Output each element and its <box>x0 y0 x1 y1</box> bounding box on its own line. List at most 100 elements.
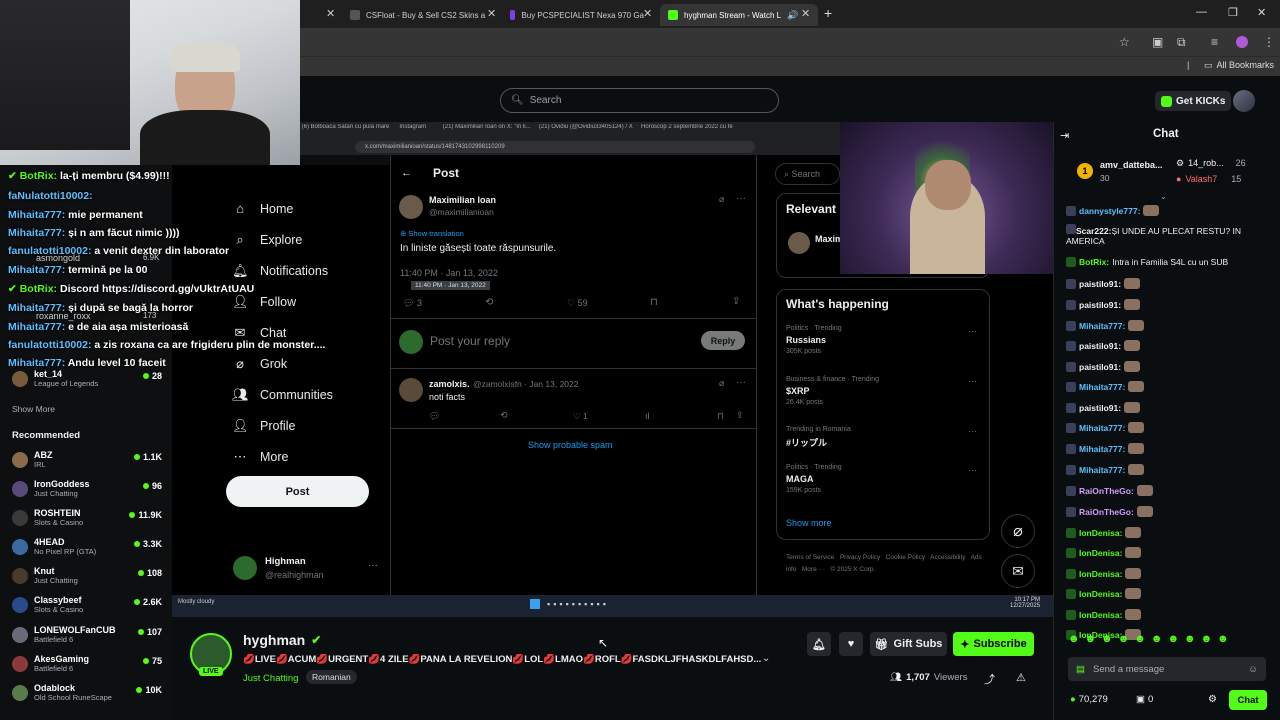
leaderboard-user[interactable]: ● Valash7 15 <box>1176 174 1241 184</box>
reply-button[interactable]: Reply <box>701 331 745 350</box>
tab-close-icon[interactable]: ✕ <box>801 7 810 20</box>
recommended-item[interactable]: AkesGaming Battlefield 6 75 <box>12 654 162 682</box>
reply-author-handle[interactable]: @zamolxisfn · Jan 13, 2022 <box>473 379 579 389</box>
x-nav-profile[interactable]: 👤︎ Profile <box>232 418 295 434</box>
windows-start-icon[interactable] <box>530 599 540 609</box>
views-icon[interactable]: ıl <box>645 411 650 421</box>
gift-subs-button[interactable]: 🎁︎ Gift Subs <box>870 632 947 656</box>
user-avatar[interactable] <box>1233 90 1255 112</box>
trend-item[interactable]: Politics · Trending Russians 305K posts <box>786 325 842 355</box>
trend-item[interactable]: Business & finance · Trending $XRP 26.4K… <box>786 376 879 406</box>
leaderboard-user[interactable]: amv_datteba... <box>1100 160 1163 170</box>
tweet-author-name[interactable]: Maximilian Ioan <box>429 195 496 205</box>
notifications-bell-button[interactable]: 🔔︎ <box>807 632 831 656</box>
trend-more-icon[interactable]: ··· <box>968 426 977 436</box>
x-nav-communities[interactable]: 👥︎ Communities <box>232 387 333 403</box>
chat-username[interactable]: RaiOnTheGo: <box>1079 486 1134 496</box>
minimize-icon[interactable]: — <box>1196 6 1207 18</box>
like-action[interactable]: ♡ 59 <box>567 298 588 309</box>
chat-username[interactable]: IonDenisa: <box>1079 610 1122 620</box>
tab-close-icon[interactable]: ✕ <box>487 7 496 20</box>
grok-fab-icon[interactable]: ⌀ <box>1001 514 1035 548</box>
get-kicks-button[interactable]: Get KICKs <box>1155 91 1232 111</box>
grok-explain-icon[interactable]: ⌀ <box>719 378 724 389</box>
recommended-item[interactable]: LONEWOLFanCUB Battlefield 6 107 <box>12 625 162 653</box>
trend-more-icon[interactable]: ··· <box>968 465 977 475</box>
tab-close-icon[interactable]: ✕ <box>643 7 652 20</box>
chat-send-button[interactable]: Chat <box>1229 690 1267 710</box>
x-search-input[interactable]: ⌕ Search <box>775 163 840 185</box>
chat-username[interactable]: Mihaita777: <box>1079 382 1125 392</box>
tweet-author-avatar[interactable] <box>399 195 423 219</box>
x-footer-links[interactable]: Terms of Service Privacy Policy Cookie P… <box>786 552 986 576</box>
x-post-button[interactable]: Post <box>226 476 369 507</box>
star-icon[interactable]: ☆ <box>1119 35 1130 49</box>
reply-retweet-icon[interactable]: ⟲ <box>500 410 508 421</box>
puzzle-icon[interactable]: ⧉ <box>1177 35 1186 50</box>
trend-more-icon[interactable]: ··· <box>968 326 977 336</box>
following-item-name[interactable]: asmongold <box>36 253 80 263</box>
back-arrow-icon[interactable]: ← <box>401 167 412 179</box>
chat-username[interactable]: paistilo91: <box>1079 300 1121 310</box>
relevant-avatar[interactable] <box>788 232 810 254</box>
recommended-item[interactable]: 4HEAD No Pixel RP (GTA) 3.3K <box>12 537 162 565</box>
emote-bar-icon[interactable]: ☻☻☻☻☻☻☻☻☻☻ <box>1068 633 1268 645</box>
tab-close-icon[interactable]: ✕ <box>326 7 335 20</box>
recommended-item[interactable]: IronGoddess Just Chatting 96 <box>12 479 162 507</box>
chat-username[interactable]: BotRix: <box>1079 257 1109 267</box>
show-translation-link[interactable]: ⊕ Show translation <box>400 229 464 238</box>
chat-username[interactable]: RaiOnTheGo: <box>1079 507 1134 517</box>
reply-reply-icon[interactable]: 💬︎ <box>429 411 440 422</box>
tab-csfloat[interactable]: CSFloat - Buy & Sell CS2 Skins a <box>342 4 500 26</box>
reply-author-name[interactable]: zamolxis. <box>429 379 470 389</box>
share-icon[interactable]: ⇪ <box>732 296 740 307</box>
all-bookmarks[interactable]: ▭ All Bookmarks <box>1204 60 1274 71</box>
tab-pcspecialist[interactable]: Buy PCSPECIALIST Nexa 970 Ga <box>502 4 652 26</box>
chat-username[interactable]: IonDenisa: <box>1079 569 1122 579</box>
chat-username[interactable]: Mihaita777: <box>1079 465 1125 475</box>
speaker-icon[interactable]: 🔊 <box>787 10 798 21</box>
follow-heart-button[interactable]: ♥ <box>839 632 863 656</box>
report-icon[interactable]: ⚠ <box>1016 671 1026 684</box>
chat-username[interactable]: paistilo91: <box>1079 362 1121 372</box>
search-input[interactable]: 🔍︎ Search <box>500 88 779 113</box>
reply-share-icon[interactable]: ⇪ <box>736 410 744 421</box>
recommended-item[interactable]: ABZ IRL 1.1K <box>12 450 162 478</box>
chat-username[interactable]: paistilo91: <box>1079 341 1121 351</box>
trend-item[interactable]: Trending in Romania #リップル <box>786 426 851 449</box>
expand-title-icon[interactable]: ⌄ <box>762 653 770 664</box>
x-nav-grok[interactable]: ⌀ Grok <box>232 356 287 372</box>
recommended-item[interactable]: ROSHTEIN Slots & Casino 11.9K <box>12 508 162 536</box>
address-bar[interactable] <box>300 28 1280 56</box>
chat-message-input[interactable]: ▤ Send a message ☺ <box>1068 657 1266 681</box>
reply-bookmark-icon[interactable]: ⊓ <box>717 411 724 422</box>
kebab-menu-icon[interactable]: ⋮ <box>1263 35 1275 49</box>
chat-username[interactable]: Mihaita777: <box>1079 444 1125 454</box>
x-nav-home[interactable]: ⌂ Home <box>232 201 293 216</box>
tab-hyghman-stream[interactable]: hyghman Stream - Watch L 🔊 <box>660 4 818 26</box>
trend-item[interactable]: Politics · Trending MAGA 159K posts <box>786 464 842 494</box>
subs-count[interactable]: ▣ 0 <box>1136 694 1153 705</box>
grok-explain-icon[interactable]: ⌀ <box>719 194 724 205</box>
taskbar-app-icons[interactable]: ▪▪▪▪▪▪▪▪▪▪ <box>547 599 687 611</box>
collapse-chat-icon[interactable]: ⇥ <box>1060 129 1069 142</box>
share-icon[interactable]: ⤴ <box>984 671 995 687</box>
extension-icon[interactable]: ▣ <box>1152 35 1163 49</box>
chat-username[interactable]: Scar222: <box>1076 226 1111 236</box>
recommended-item[interactable]: Classybeef Slots & Casino 2.6K <box>12 595 162 623</box>
stream-tag[interactable]: Romanian <box>306 670 357 684</box>
chat-username[interactable]: paistilo91: <box>1079 279 1121 289</box>
chat-username[interactable]: IonDenisa: <box>1079 528 1122 538</box>
reply-like-action[interactable]: ♡ 1 <box>573 411 588 422</box>
bookmark-icon[interactable]: ⊓ <box>650 297 658 308</box>
channel-name[interactable]: hyghman ✔ <box>243 632 321 648</box>
following-item-name[interactable]: roxanne_roxx <box>36 311 91 321</box>
tweet-author-handle[interactable]: @maximilianioan <box>429 207 494 217</box>
stream-category-link[interactable]: Just Chatting <box>243 673 298 684</box>
messages-fab-icon[interactable]: ✉ <box>1001 554 1035 588</box>
reply-more-icon[interactable]: ··· <box>736 377 746 388</box>
reply-author-avatar[interactable] <box>399 378 423 402</box>
chat-username[interactable]: Mihaita777: <box>1079 321 1125 331</box>
close-window-icon[interactable]: ✕ <box>1257 6 1266 19</box>
restore-icon[interactable]: ❐ <box>1228 6 1238 19</box>
